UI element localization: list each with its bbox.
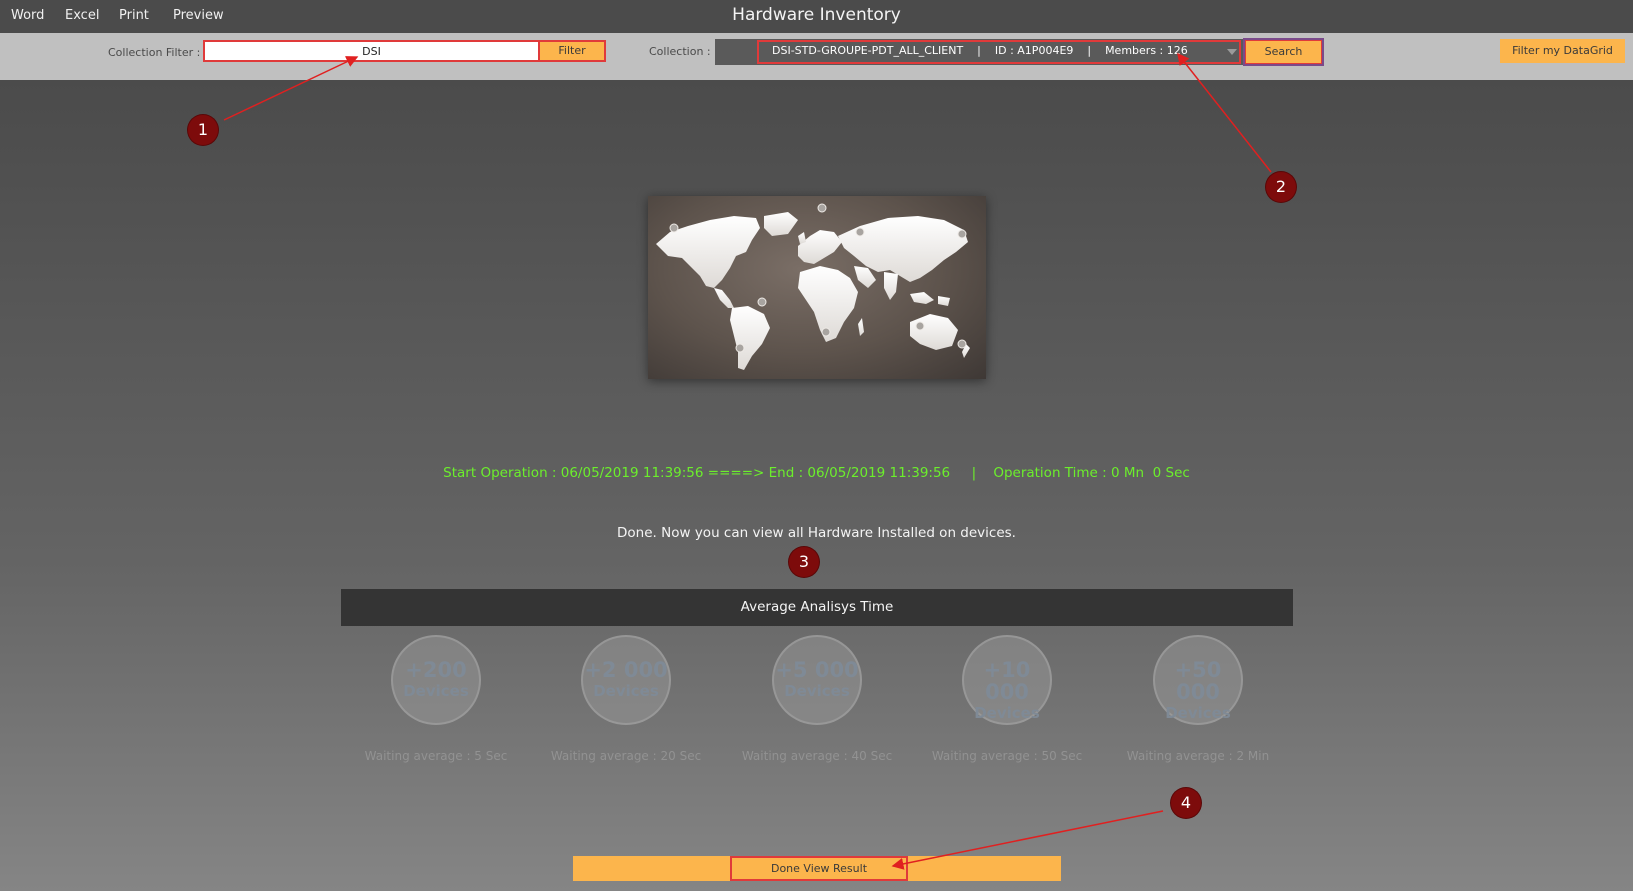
- app-title: Hardware Inventory: [732, 5, 901, 25]
- annotation-marker-4: 4: [1171, 788, 1201, 818]
- stat-circle: +10 000 Devices: [962, 635, 1052, 725]
- stat-wait: Waiting average : 40 Sec: [741, 749, 893, 763]
- stat-unit: Devices: [974, 704, 1040, 722]
- annotation-marker-2: 2: [1266, 172, 1296, 202]
- collection-label: Collection :: [649, 45, 711, 58]
- stat-item-10000: +10 000 Devices Waiting average : 50 Sec: [917, 635, 1097, 763]
- done-view-result-button[interactable]: Done View Result: [730, 856, 908, 881]
- top-menu-bar: Word Excel Print Preview Hardware Invent…: [0, 0, 1633, 33]
- stat-wait: Waiting average : 50 Sec: [931, 749, 1083, 763]
- stat-circle: +50 000 Devices: [1153, 635, 1243, 725]
- stat-circle: +2 000 Devices: [581, 635, 671, 725]
- stat-circle: +200 Devices: [391, 635, 481, 725]
- chevron-down-icon[interactable]: [1227, 49, 1237, 55]
- menu-excel[interactable]: Excel: [65, 8, 99, 23]
- stat-count: +5 000: [775, 658, 859, 682]
- collection-filter-input[interactable]: [203, 40, 540, 62]
- filter-bar: Collection Filter : Filter Collection : …: [0, 33, 1633, 80]
- stat-wait: Waiting average : 5 Sec: [364, 749, 508, 763]
- stat-wait: Waiting average : 2 Min: [1126, 749, 1270, 763]
- stat-count: +2 000: [584, 658, 668, 682]
- stat-item-50000: +50 000 Devices Waiting average : 2 Min: [1108, 635, 1288, 763]
- stat-count: +50 000: [1174, 658, 1222, 704]
- stat-item-200: +200 Devices Waiting average : 5 Sec: [346, 635, 526, 763]
- stat-wait: Waiting average : 20 Sec: [550, 749, 702, 763]
- result-bar: Done View Result: [573, 856, 1061, 881]
- stat-item-2000: +2 000 Devices Waiting average : 20 Sec: [536, 635, 716, 763]
- search-button[interactable]: Search: [1243, 38, 1324, 66]
- collection-selected-value: DSI-STD-GROUPE-PDT_ALL_CLIENT | ID : A1P…: [772, 44, 1188, 57]
- stat-circle: +5 000 Devices: [772, 635, 862, 725]
- menu-preview[interactable]: Preview: [173, 8, 224, 23]
- world-map-image: [648, 196, 986, 379]
- stat-item-5000: +5 000 Devices Waiting average : 40 Sec: [727, 635, 907, 763]
- menu-word[interactable]: Word: [11, 8, 44, 23]
- done-message: Done. Now you can view all Hardware Inst…: [617, 525, 1016, 541]
- filter-button[interactable]: Filter: [540, 40, 606, 62]
- menu-print[interactable]: Print: [119, 8, 149, 23]
- annotation-marker-3: 3: [789, 547, 819, 577]
- average-analysis-header: Average Analisys Time: [341, 589, 1293, 626]
- stat-unit: Devices: [593, 682, 659, 700]
- annotation-marker-1: 1: [188, 115, 218, 145]
- stat-unit: Devices: [784, 682, 850, 700]
- world-map-icon: [656, 203, 970, 370]
- stat-unit: Devices: [1165, 704, 1231, 722]
- collection-dropdown[interactable]: DSI-STD-GROUPE-PDT_ALL_CLIENT | ID : A1P…: [715, 39, 1243, 65]
- collection-filter-label: Collection Filter :: [108, 46, 201, 59]
- stat-unit: Devices: [403, 682, 469, 700]
- operation-time-text: Start Operation : 06/05/2019 11:39:56 ==…: [443, 465, 1190, 481]
- stat-count: +200: [405, 658, 467, 682]
- stat-count: +10 000: [983, 658, 1031, 704]
- filter-datagrid-button[interactable]: Filter my DataGrid: [1500, 39, 1625, 63]
